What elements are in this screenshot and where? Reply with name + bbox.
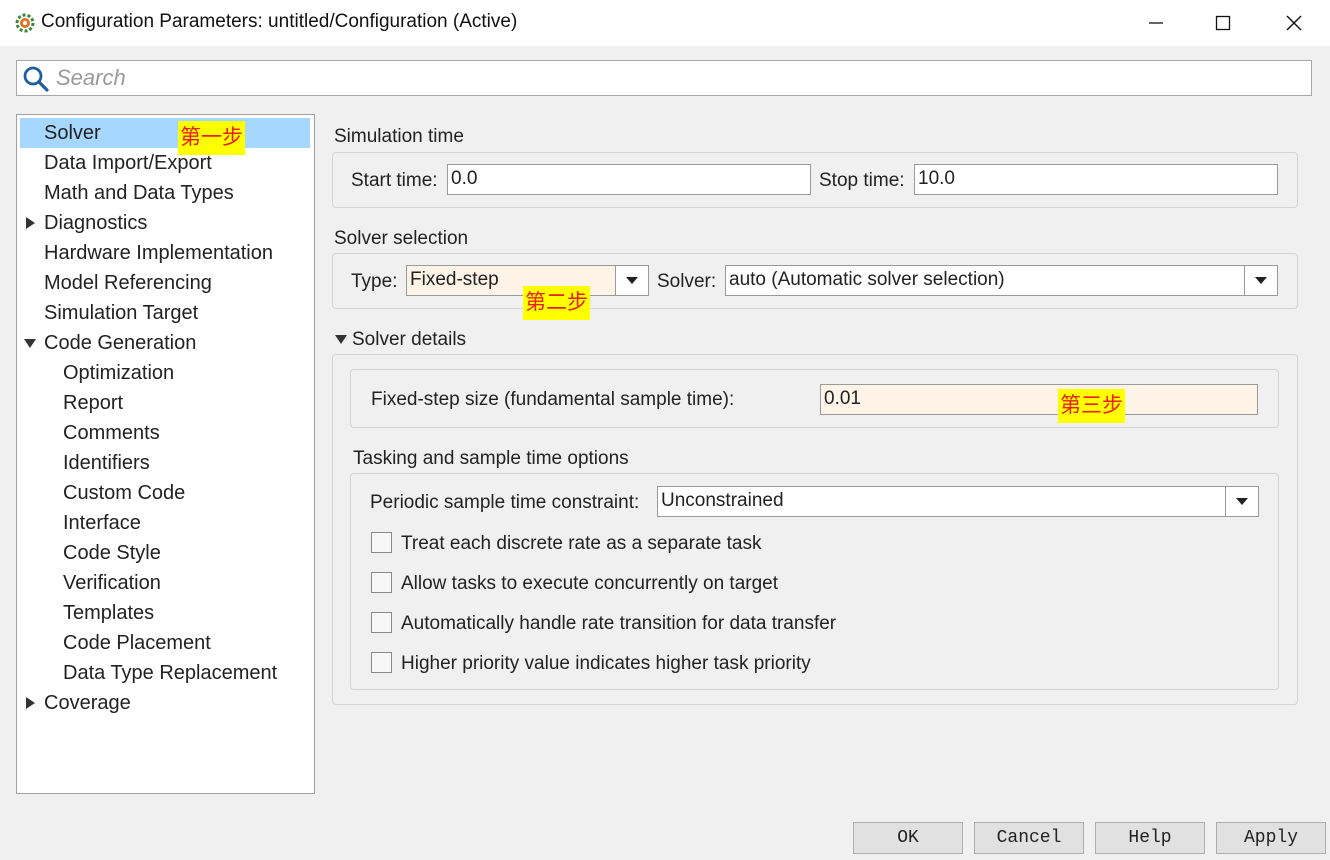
solver-selection-heading: Solver selection xyxy=(334,228,469,249)
tree-item-label: Identifiers xyxy=(63,452,150,474)
tree-item-code-style[interactable]: Code Style xyxy=(20,538,310,568)
tree-item-math-and-data-types[interactable]: Math and Data Types xyxy=(20,178,310,208)
tree-item-verification[interactable]: Verification xyxy=(20,568,310,598)
expand-arrow-icon[interactable] xyxy=(26,217,35,229)
tree-item-label: Templates xyxy=(63,602,155,624)
collapse-arrow-icon[interactable] xyxy=(24,339,36,348)
tree-item-diagnostics[interactable]: Diagnostics xyxy=(20,208,310,238)
tree-item-data-type-replacement[interactable]: Data Type Replacement xyxy=(20,658,310,688)
start-time-input[interactable]: 0.0 xyxy=(447,164,811,195)
collapse-arrow-icon[interactable] xyxy=(335,335,347,344)
maximize-icon xyxy=(1215,15,1231,31)
step-2-annotation: 第二步 xyxy=(523,286,590,320)
concurrent-tasks-label: Allow tasks to execute concurrently on t… xyxy=(401,573,779,594)
tree-item-label: Code Generation xyxy=(44,332,197,354)
separate-task-checkbox[interactable] xyxy=(371,532,392,553)
step-3-annotation: 第三步 xyxy=(1058,389,1125,423)
tree-item-optimization[interactable]: Optimization xyxy=(20,358,310,388)
tree-item-hardware-implementation[interactable]: Hardware Implementation xyxy=(20,238,310,268)
tree-item-label: Optimization xyxy=(63,362,175,384)
tree-item-label: Code Style xyxy=(63,542,161,564)
tree-item-label: Coverage xyxy=(44,692,131,714)
close-icon xyxy=(1286,15,1302,31)
chevron-down-icon xyxy=(1255,277,1267,284)
stop-time-input[interactable]: 10.0 xyxy=(914,164,1278,195)
search-icon xyxy=(23,66,49,92)
solver-dropdown-button[interactable] xyxy=(1244,265,1278,296)
periodic-constraint-label: Periodic sample time constraint: xyxy=(370,492,640,513)
tree-item-label: Comments xyxy=(63,422,160,444)
search-input[interactable] xyxy=(56,61,1296,95)
tree-item-label: Math and Data Types xyxy=(44,182,234,204)
tree-item-label: Hardware Implementation xyxy=(44,242,273,264)
tree-item-data-import-export[interactable]: Data Import/Export xyxy=(20,148,310,178)
expand-arrow-icon[interactable] xyxy=(26,697,35,709)
help-button[interactable]: Help xyxy=(1095,822,1205,854)
priority-label: Higher priority value indicates higher t… xyxy=(401,653,811,674)
tree-item-label: Custom Code xyxy=(63,482,186,504)
separate-task-label: Treat each discrete rate as a separate t… xyxy=(401,533,762,554)
tree-item-label: Code Placement xyxy=(63,632,211,654)
step-1-annotation: 第一步 xyxy=(178,121,245,155)
fixed-step-label: Fixed-step size (fundamental sample time… xyxy=(371,389,735,410)
periodic-constraint-dropdown[interactable]: Unconstrained xyxy=(657,486,1227,517)
tree-item-model-referencing[interactable]: Model Referencing xyxy=(20,268,310,298)
tree-item-identifiers[interactable]: Identifiers xyxy=(20,448,310,478)
type-label: Type: xyxy=(351,271,398,292)
rate-transition-checkbox[interactable] xyxy=(371,612,392,633)
tree-item-label: Interface xyxy=(63,512,141,534)
tree-item-comments[interactable]: Comments xyxy=(20,418,310,448)
fixed-step-input[interactable]: 0.01 xyxy=(820,384,1258,415)
chevron-down-icon xyxy=(1236,498,1248,505)
tree-item-coverage[interactable]: Coverage xyxy=(20,688,310,718)
minimize-icon xyxy=(1149,22,1163,24)
gear-cog-icon xyxy=(15,13,35,33)
type-dropdown-button[interactable] xyxy=(615,265,649,296)
cancel-button[interactable]: Cancel xyxy=(974,822,1084,854)
close-button[interactable] xyxy=(1259,0,1329,46)
start-time-label: Start time: xyxy=(351,170,438,191)
tree-item-code-generation[interactable]: Code Generation xyxy=(20,328,310,358)
minimize-button[interactable] xyxy=(1121,0,1191,46)
tree-item-label: Model Referencing xyxy=(44,272,212,294)
tree-item-report[interactable]: Report xyxy=(20,388,310,418)
tree-item-label: Diagnostics xyxy=(44,212,148,234)
tree-item-label: Solver xyxy=(44,122,101,144)
solver-details-heading: Solver details xyxy=(352,329,467,350)
solver-dropdown[interactable]: auto (Automatic solver selection) xyxy=(725,265,1245,296)
tree-item-label: Report xyxy=(63,392,124,414)
solver-label: Solver: xyxy=(657,271,717,292)
maximize-button[interactable] xyxy=(1188,0,1258,46)
tree-item-custom-code[interactable]: Custom Code xyxy=(20,478,310,508)
tree-item-label: Verification xyxy=(63,572,161,594)
priority-checkbox[interactable] xyxy=(371,652,392,673)
tree-item-label: Simulation Target xyxy=(44,302,199,324)
chevron-down-icon xyxy=(626,277,638,284)
concurrent-tasks-checkbox[interactable] xyxy=(371,572,392,593)
stop-time-label: Stop time: xyxy=(819,170,905,191)
window-title: Configuration Parameters: untitled/Confi… xyxy=(41,11,518,32)
rate-transition-label: Automatically handle rate transition for… xyxy=(401,613,837,634)
tree-item-simulation-target[interactable]: Simulation Target xyxy=(20,298,310,328)
tree-item-code-placement[interactable]: Code Placement xyxy=(20,628,310,658)
ok-button[interactable]: OK xyxy=(853,822,963,854)
tasking-heading: Tasking and sample time options xyxy=(353,448,629,469)
apply-button[interactable]: Apply xyxy=(1216,822,1326,854)
tree-item-label: Data Type Replacement xyxy=(63,662,278,684)
tree-item-interface[interactable]: Interface xyxy=(20,508,310,538)
tree-item-solver[interactable]: Solver xyxy=(20,118,310,148)
tree-item-templates[interactable]: Templates xyxy=(20,598,310,628)
periodic-constraint-dropdown-button[interactable] xyxy=(1225,486,1259,517)
simulation-time-heading: Simulation time xyxy=(334,126,464,147)
